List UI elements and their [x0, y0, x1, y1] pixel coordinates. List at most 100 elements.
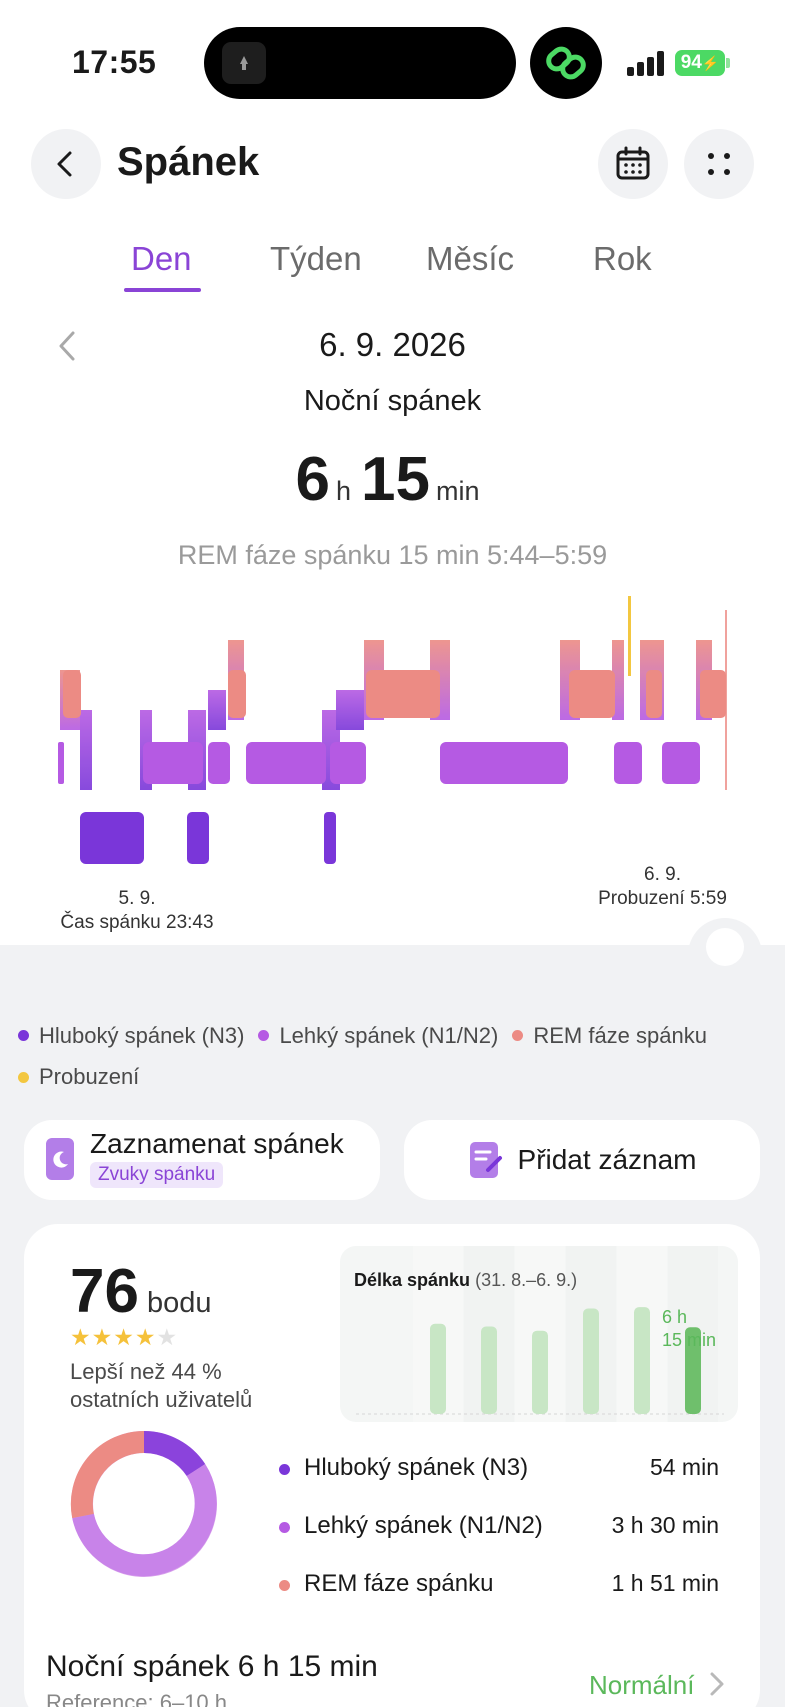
- sleep-start-label: 5. 9. Čas spánku 23:43: [52, 887, 222, 935]
- legend-label: REM fáze spánku: [533, 1022, 707, 1048]
- hypnogram-chart[interactable]: [0, 590, 785, 890]
- legend-label: Probuzení: [39, 1064, 140, 1089]
- star-icon: ★: [113, 1324, 135, 1350]
- chart-bar[interactable]: [583, 1308, 599, 1414]
- wake-date: 6. 9.: [644, 864, 681, 885]
- sleep-length-chart[interactable]: Délka spánku (31. 8.–6. 9.) 6 h 15 min: [340, 1246, 738, 1422]
- chart-bar[interactable]: [634, 1307, 650, 1414]
- hypnogram-light-blocks: [58, 742, 700, 784]
- star-icon: ★: [70, 1324, 92, 1350]
- status-time: 17:55: [72, 44, 157, 80]
- tab-year[interactable]: Rok: [593, 240, 652, 278]
- legend-dot-icon: [258, 1030, 270, 1041]
- scrubber-handle[interactable]: [706, 928, 744, 966]
- legend-light: Lehký spánek (N1/N2): [258, 1016, 498, 1056]
- legend-dot-icon: [512, 1030, 524, 1041]
- stage-dot-icon: [279, 1580, 290, 1591]
- signal-icon: [627, 50, 667, 76]
- tab-week[interactable]: Týden: [270, 240, 362, 278]
- status-label: Normální: [589, 1670, 695, 1700]
- legend-deep: Hluboký spánek (N3): [18, 1016, 244, 1056]
- sleep-length-title: Délka spánku (31. 8.–6. 9.): [354, 1270, 577, 1291]
- tab-day[interactable]: Den: [131, 240, 192, 278]
- legend-wake: Probuzení: [18, 1057, 139, 1097]
- wake-time: Probuzení 5:59: [598, 888, 727, 909]
- wake-label: 6. 9. Probuzení 5:59: [580, 863, 745, 911]
- record-sleep-button[interactable]: Zaznamenat spánek Zvuky spánku: [24, 1120, 380, 1200]
- last-bar-minutes: 15 min: [662, 1330, 717, 1350]
- legend-label: Lehký spánek (N1/N2): [279, 1022, 499, 1048]
- dynamic-island: [204, 27, 516, 99]
- status-bar: 17:55 94⚡: [0, 0, 785, 120]
- chart-bar[interactable]: [430, 1323, 446, 1414]
- night-sleep-title: Noční spánek 6 h 15 min: [46, 1650, 378, 1683]
- chevron-right-icon: [710, 1672, 724, 1696]
- score-stars: ★★★★★: [70, 1324, 178, 1351]
- more-dots-icon: [708, 153, 730, 175]
- battery-tip: [726, 58, 730, 68]
- night-sleep-status[interactable]: Normální: [589, 1670, 726, 1701]
- score-unit: bodu: [146, 1287, 212, 1319]
- battery-icon: 94⚡: [675, 50, 725, 76]
- star-empty-icon: ★: [156, 1324, 179, 1350]
- date-label: 6. 9. 2026: [319, 326, 466, 363]
- sleep-score: 76 bodu: [70, 1256, 211, 1327]
- stage-dot-icon: [279, 1522, 290, 1533]
- stage-row-light: Lehký spánek (N1/N2) 3 h 30 min: [279, 1512, 719, 1546]
- score-value: 76: [70, 1257, 139, 1326]
- duration-hours-unit: h: [335, 476, 352, 506]
- last-bar-label: 6 h 15 min: [662, 1306, 716, 1352]
- duration-minutes-unit: min: [435, 476, 480, 506]
- chart-range: (31. 8.–6. 9.): [475, 1270, 578, 1290]
- total-duration: 6 h 15 min: [0, 444, 785, 515]
- link-app-icon[interactable]: [530, 27, 602, 99]
- percentile-text: Lepší než 44 % ostatních uživatelů: [70, 1359, 253, 1412]
- hypnogram-deep-blocks: [80, 812, 336, 864]
- night-sleep-reference: Reference: 6–10 h: [46, 1690, 228, 1707]
- more-button[interactable]: [684, 129, 754, 199]
- chart-bar[interactable]: [532, 1330, 548, 1414]
- session-label: Noční spánek: [303, 385, 482, 417]
- chart-bar[interactable]: [481, 1326, 497, 1414]
- stage-value: 3 h 30 min: [611, 1512, 719, 1538]
- stage-name: REM fáze spánku: [304, 1570, 494, 1597]
- stage-row-deep: Hluboký spánek (N3) 54 min: [279, 1454, 719, 1488]
- sleep-start-time: Čas spánku 23:43: [60, 912, 214, 933]
- legend-label: Hluboký spánek (N3): [39, 1022, 245, 1048]
- chart-title: Délka spánku: [354, 1270, 471, 1290]
- hypnogram-rem-blocks: [63, 670, 726, 718]
- stage-donut-chart: [70, 1430, 217, 1577]
- sleep-sounds-tag[interactable]: Zvuky spánku: [90, 1162, 224, 1188]
- stage-value: 54 min: [649, 1454, 719, 1480]
- rem-note: REM fáze spánku 15 min 5:44–5:59: [177, 540, 608, 570]
- record-sleep-title: Zaznamenat spánek: [90, 1128, 344, 1159]
- calendar-icon: [616, 146, 650, 180]
- calendar-button[interactable]: [598, 129, 668, 199]
- page-title: Spánek: [117, 140, 260, 184]
- phone-moon-icon: [46, 1138, 74, 1180]
- activity-icon: [222, 42, 266, 84]
- legend-rem: REM fáze spánku: [512, 1016, 707, 1056]
- add-record-label: Přidat záznam: [517, 1144, 697, 1175]
- duration-minutes: 15: [361, 445, 430, 514]
- duration-hours: 6: [295, 445, 330, 514]
- chevron-left-icon: [57, 151, 72, 177]
- last-bar-hours: 6 h: [662, 1307, 688, 1327]
- tab-month[interactable]: Měsíc: [426, 240, 514, 278]
- note-edit-icon: [469, 1142, 502, 1178]
- legend-dot-icon: [18, 1030, 29, 1041]
- star-icon: ★: [134, 1324, 157, 1350]
- battery-level: 94: [680, 52, 702, 73]
- stage-name: Hluboký spánek (N3): [304, 1454, 529, 1481]
- back-button[interactable]: [31, 129, 101, 199]
- star-icon: ★: [91, 1324, 114, 1350]
- sleep-score-card[interactable]: 76 bodu ★★★★★ Lepší než 44 % ostatních už…: [24, 1224, 760, 1707]
- stage-legend: Hluboký spánek (N3) Lehký spánek (N1/N2) R…: [18, 1014, 778, 1097]
- sleep-start-date: 5. 9.: [118, 888, 156, 909]
- tab-indicator: [124, 288, 201, 292]
- stage-value: 1 h 51 min: [611, 1570, 719, 1596]
- stage-dot-icon: [279, 1464, 290, 1475]
- stage-row-rem: REM fáze spánku 1 h 51 min: [279, 1570, 719, 1604]
- add-record-button[interactable]: Přidat záznam: [404, 1120, 760, 1200]
- stage-name: Lehký spánek (N1/N2): [304, 1512, 543, 1539]
